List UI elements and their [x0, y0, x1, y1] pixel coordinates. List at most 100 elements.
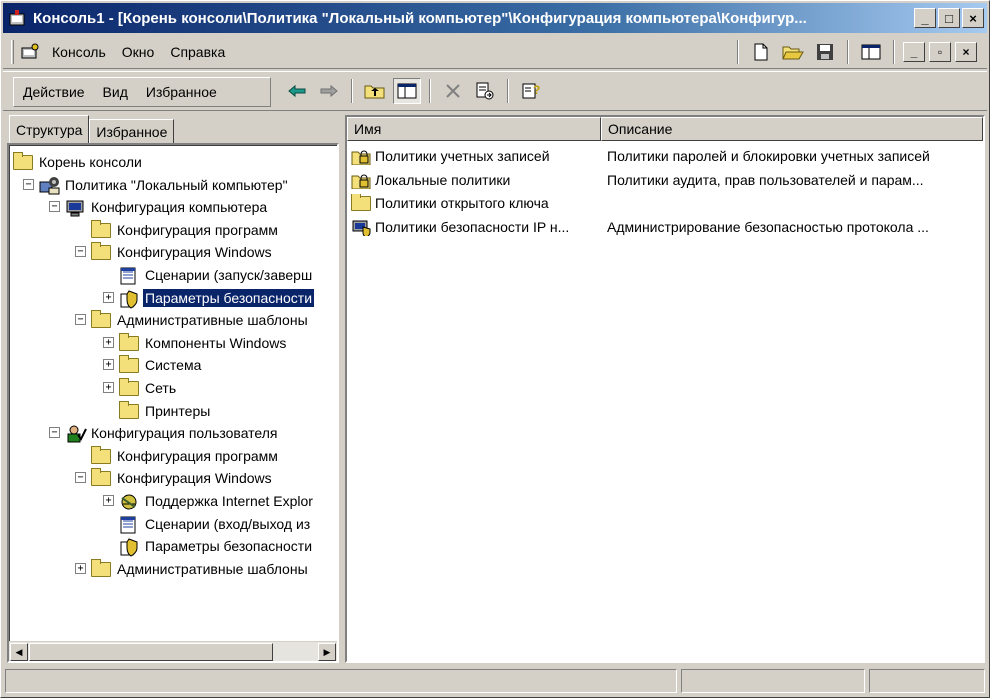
menu-console[interactable]: Консоль — [44, 44, 114, 60]
tree-expander[interactable]: + — [103, 382, 114, 393]
console-tree-pane: Корень консоли − Политика "Локальный компь… — [7, 143, 339, 663]
tree-node[interactable]: Компоненты Windows — [119, 332, 288, 354]
export-list-icon[interactable] — [471, 78, 499, 104]
scroll-thumb[interactable] — [29, 643, 273, 661]
tree-node[interactable]: Конфигурация Windows — [91, 467, 274, 489]
help-icon[interactable]: ? — [517, 78, 545, 104]
new-icon[interactable] — [747, 39, 775, 65]
tree-node-label[interactable]: Сеть — [143, 379, 178, 397]
delete-icon[interactable] — [439, 78, 467, 104]
show-hide-tree-icon[interactable] — [393, 78, 421, 104]
list-item-name[interactable]: Политики открытого ключа — [351, 194, 599, 212]
list-item-name[interactable]: Политики безопасности IP н... — [351, 218, 599, 236]
save-icon[interactable] — [811, 39, 839, 65]
tree-node-label[interactable]: Конфигурация программ — [115, 447, 280, 465]
tree-node-label[interactable]: Сценарии (вход/выход из — [143, 515, 312, 533]
tree-node[interactable]: Конфигурация программ — [91, 445, 280, 467]
maximize-button[interactable]: □ — [938, 8, 960, 28]
tree-node-label[interactable]: Конфигурация пользователя — [89, 424, 280, 442]
list-item-name[interactable]: Локальные политики — [351, 171, 599, 189]
tree-expander[interactable]: − — [23, 178, 34, 190]
tab-favorites[interactable]: Избранное — [89, 119, 175, 143]
tree-expander[interactable]: + — [103, 359, 114, 371]
tree-node-label[interactable]: Конфигурация Windows — [115, 243, 274, 261]
tree-node[interactable]: Конфигурация пользователя — [65, 422, 280, 444]
tree-expander[interactable]: + — [103, 495, 114, 506]
mmc-app-icon[interactable] — [7, 8, 27, 28]
tree-node[interactable]: Поддержка Internet Explor — [119, 490, 315, 512]
tree-node-label[interactable]: Сценарии (запуск/заверш — [143, 266, 314, 284]
tree-expander[interactable]: + — [103, 291, 114, 303]
action-menu-group: Действие Вид Избранное — [13, 77, 271, 107]
tree-node[interactable]: Сценарии (запуск/заверш — [119, 264, 314, 286]
tree-expander[interactable]: − — [75, 314, 86, 326]
folder-icon — [91, 310, 111, 329]
tree-node-label[interactable]: Поддержка Internet Explor — [143, 492, 315, 510]
tree-node[interactable]: Политика "Локальный компьютер" — [39, 174, 290, 196]
security-icon — [119, 289, 139, 309]
list-item[interactable]: Политики учетных записей Политики паролей… — [347, 145, 983, 168]
open-folder-icon[interactable] — [779, 39, 807, 65]
list-item-name[interactable]: Политики учетных записей — [351, 147, 599, 165]
console-tree-icon[interactable] — [857, 39, 885, 65]
tree-node[interactable]: Параметры безопасности — [119, 535, 314, 557]
scroll-right-button[interactable]: ▶ — [318, 643, 336, 661]
tree-node-label[interactable]: Система — [143, 356, 203, 374]
security-icon — [119, 537, 139, 557]
tree-node-label[interactable]: Административные шаблоны — [115, 311, 310, 329]
tree-node[interactable]: Конфигурация компьютера — [65, 196, 269, 218]
scroll-left-button[interactable]: ◀ — [10, 643, 28, 661]
menu-help[interactable]: Справка — [162, 44, 233, 60]
tree-node-label[interactable]: Конфигурация программ — [115, 221, 280, 239]
menu-view[interactable]: Вид — [94, 84, 137, 100]
tree-node[interactable]: Административные шаблоны — [91, 309, 310, 331]
tree-node[interactable]: Сеть — [119, 377, 178, 399]
list-item[interactable]: Локальные политики Политики аудита, прав … — [347, 169, 983, 192]
tree-node-label[interactable]: Конфигурация компьютера — [89, 198, 269, 216]
menu-window[interactable]: Окно — [114, 44, 163, 60]
tree-node-label[interactable]: Политика "Локальный компьютер" — [63, 176, 290, 194]
tree-node-label[interactable]: Параметры безопасности — [143, 288, 315, 307]
forward-arrow-icon[interactable] — [315, 78, 343, 104]
close-button[interactable]: × — [962, 8, 984, 28]
tree-node[interactable]: Корень консоли — [13, 151, 144, 173]
tree-node[interactable]: Параметры безопасности — [119, 287, 315, 309]
column-header-name[interactable]: Имя — [347, 117, 601, 141]
status-bar — [3, 667, 987, 695]
column-header-description[interactable]: Описание — [601, 117, 983, 141]
tree-expander[interactable]: − — [49, 427, 60, 439]
tree-node-label[interactable]: Принтеры — [143, 402, 212, 420]
minimize-button[interactable]: _ — [914, 8, 936, 28]
tree-expander[interactable]: − — [75, 246, 86, 258]
tree-node[interactable]: Система — [119, 354, 203, 376]
tree-expander[interactable]: − — [75, 472, 86, 484]
tab-tree[interactable]: Структура — [9, 115, 90, 143]
tree-horizontal-scrollbar[interactable]: ◀ ▶ — [9, 641, 337, 661]
tree-node[interactable]: Конфигурация программ — [91, 219, 280, 241]
toolbar-grip[interactable] — [11, 40, 14, 64]
back-arrow-icon[interactable] — [283, 78, 311, 104]
list-item[interactable]: Политики безопасности IP н... Администрир… — [347, 216, 983, 239]
title-bar[interactable]: Консоль1 - [Корень консоли\Политика "Лок… — [3, 3, 987, 33]
up-folder-icon[interactable] — [361, 78, 389, 104]
tree-expander[interactable]: − — [49, 201, 60, 213]
menu-action[interactable]: Действие — [14, 84, 94, 100]
tree-node-label[interactable]: Компоненты Windows — [143, 334, 288, 352]
tree-node[interactable]: Принтеры — [119, 400, 212, 422]
folder-icon — [351, 194, 371, 212]
tree-expander[interactable]: + — [103, 336, 114, 348]
list-item[interactable]: Политики открытого ключа — [347, 192, 983, 215]
mdi-close-button[interactable]: × — [955, 42, 977, 62]
tree-node-label[interactable]: Административные шаблоны — [115, 560, 310, 578]
mdi-minimize-button[interactable]: _ — [903, 42, 925, 62]
tree-node-label[interactable]: Параметры безопасности — [143, 537, 314, 555]
mdi-restore-button[interactable]: ▫ — [929, 42, 951, 62]
tree-expander[interactable]: + — [75, 562, 86, 574]
menu-favorites[interactable]: Избранное — [137, 84, 226, 100]
tree-node[interactable]: Административные шаблоны — [91, 558, 310, 580]
tree-node[interactable]: Конфигурация Windows — [91, 241, 274, 263]
tree-node[interactable]: Сценарии (вход/выход из — [119, 513, 312, 535]
list-item-description: Политики паролей и блокировки учетных за… — [607, 148, 930, 164]
tree-node-label[interactable]: Конфигурация Windows — [115, 469, 274, 487]
tree-node-label[interactable]: Корень консоли — [37, 153, 144, 171]
